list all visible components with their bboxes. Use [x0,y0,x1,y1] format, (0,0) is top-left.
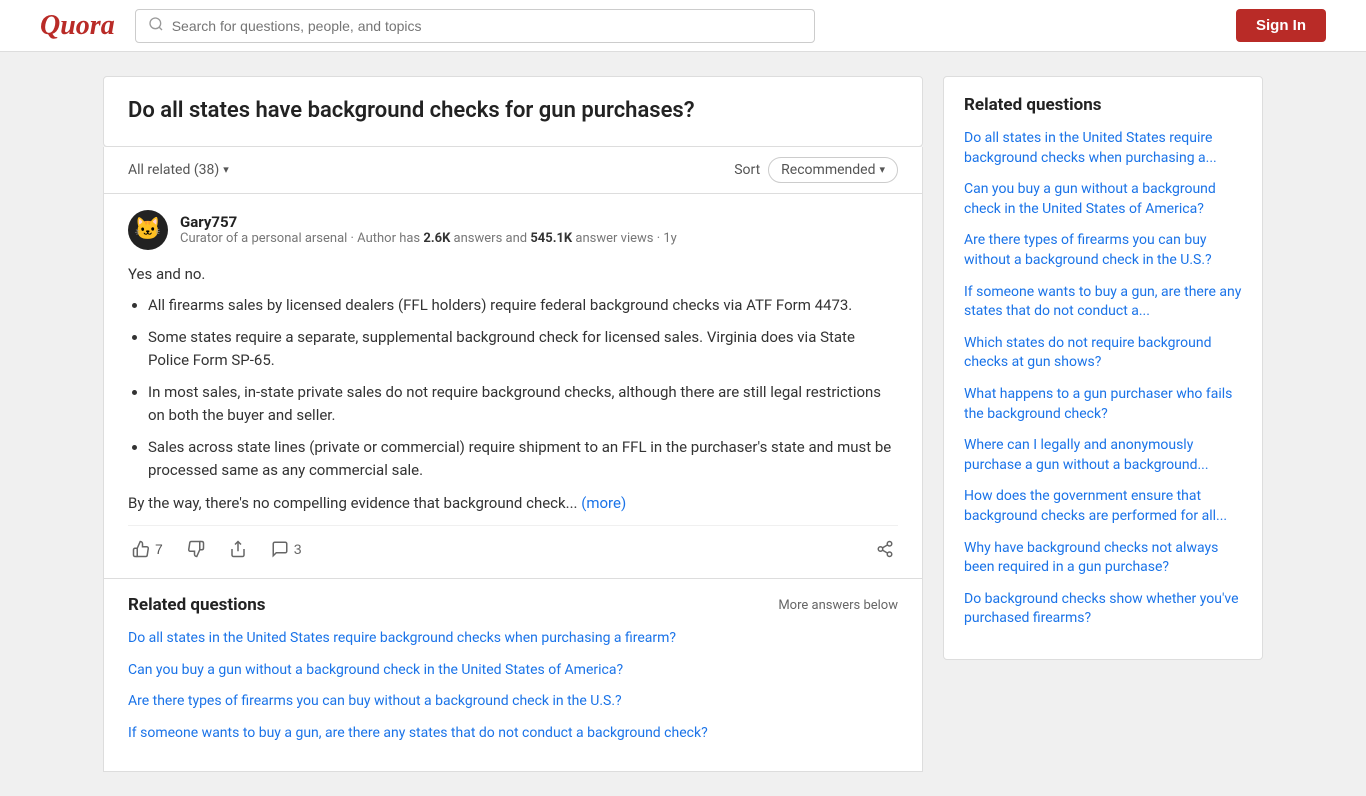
answers-count: 2.6K [423,231,450,246]
main-column: Do all states have background checks for… [103,76,923,772]
related-in-main: Related questions More answers below Do … [103,579,923,772]
sidebar-link-10[interactable]: Do background checks show whether you've… [964,590,1242,629]
search-bar [135,9,815,43]
share-button[interactable] [225,536,251,562]
related-main-link-1[interactable]: Do all states in the United States requi… [128,629,898,649]
sort-label: Sort [734,162,760,178]
all-related-label: All related (38) [128,162,219,178]
question-box: Do all states have background checks for… [103,76,923,147]
answer-intro: Yes and no. [128,262,898,286]
sort-dropdown[interactable]: Recommended ▾ [768,157,898,183]
views-label: answer views · 1y [572,231,677,246]
sidebar-link-9[interactable]: Why have background checks not always be… [964,539,1242,578]
all-related-chevron: ▾ [223,163,229,176]
downvote-icon [187,540,205,558]
more-answers-label: More answers below [778,598,898,613]
header-right: Sign In [1236,9,1326,42]
downvote-button[interactable] [183,536,209,562]
upvote-count: 7 [155,541,163,557]
sidebar-link-8[interactable]: How does the government ensure that back… [964,487,1242,526]
author-name[interactable]: Gary757 [180,213,677,231]
sidebar-link-7[interactable]: Where can I legally and anonymously purc… [964,436,1242,475]
author-row: 🐱 Gary757 Curator of a personal arsenal … [128,210,898,250]
answer-outro-text: By the way, there's no compelling eviden… [128,494,577,512]
answer-text: Yes and no. All firearms sales by licens… [128,262,898,516]
bullet-2: Some states require a separate, suppleme… [148,326,898,371]
sort-chevron: ▾ [879,163,885,176]
answers-label: answers and [450,231,530,246]
comment-icon [271,540,289,558]
bullet-3: In most sales, in-state private sales do… [148,381,898,426]
avatar-icon: 🐱 [134,217,161,242]
bullet-1: All firearms sales by licensed dealers (… [148,294,898,317]
avatar: 🐱 [128,210,168,250]
views-count: 545.1K [530,231,572,246]
sort-option-label: Recommended [781,162,875,178]
sidebar-link-5[interactable]: Which states do not require background c… [964,334,1242,373]
logo[interactable]: Quora [40,10,115,42]
related-main-link-4[interactable]: If someone wants to buy a gun, are there… [128,724,898,744]
author-meta: Curator of a personal arsenal · Author h… [180,231,677,246]
related-main-link-2[interactable]: Can you buy a gun without a background c… [128,661,898,681]
author-meta-prefix: Curator of a personal arsenal · Author h… [180,231,423,246]
answer-card: 🐱 Gary757 Curator of a personal arsenal … [103,194,923,580]
answer-actions: 7 3 [128,525,898,562]
question-title: Do all states have background checks for… [128,97,898,126]
sort-section: Sort Recommended ▾ [734,157,898,183]
more-link[interactable]: (more) [581,494,626,512]
sidebar-card: Related questions Do all states in the U… [943,76,1263,660]
comment-button[interactable]: 3 [267,536,306,562]
external-share-icon [876,540,894,558]
sidebar-link-2[interactable]: Can you buy a gun without a background c… [964,180,1242,219]
upvote-button[interactable]: 7 [128,536,167,562]
sidebar-link-3[interactable]: Are there types of firearms you can buy … [964,231,1242,270]
comment-count: 3 [294,541,302,557]
sign-in-button[interactable]: Sign In [1236,9,1326,42]
sidebar-link-6[interactable]: What happens to a gun purchaser who fail… [964,385,1242,424]
all-related[interactable]: All related (38) ▾ [128,162,229,178]
answer-outro: By the way, there's no compelling eviden… [128,491,898,515]
related-main-link-3[interactable]: Are there types of firearms you can buy … [128,692,898,712]
header: Quora Sign In [0,0,1366,52]
sidebar: Related questions Do all states in the U… [943,76,1263,772]
sidebar-title: Related questions [964,95,1242,115]
share-icon [229,540,247,558]
author-info: Gary757 Curator of a personal arsenal · … [180,213,677,246]
search-input[interactable] [172,18,802,34]
related-header: Related questions More answers below [128,595,898,615]
sidebar-link-4[interactable]: If someone wants to buy a gun, are there… [964,283,1242,322]
related-main-title: Related questions [128,595,266,615]
external-share-button[interactable] [872,536,898,562]
sidebar-link-1[interactable]: Do all states in the United States requi… [964,129,1242,168]
search-icon [148,16,164,36]
answer-bullets: All firearms sales by licensed dealers (… [128,294,898,482]
page-content: Do all states have background checks for… [83,76,1283,772]
bullet-4: Sales across state lines (private or com… [148,436,898,481]
sort-bar: All related (38) ▾ Sort Recommended ▾ [103,147,923,194]
upvote-icon [132,540,150,558]
